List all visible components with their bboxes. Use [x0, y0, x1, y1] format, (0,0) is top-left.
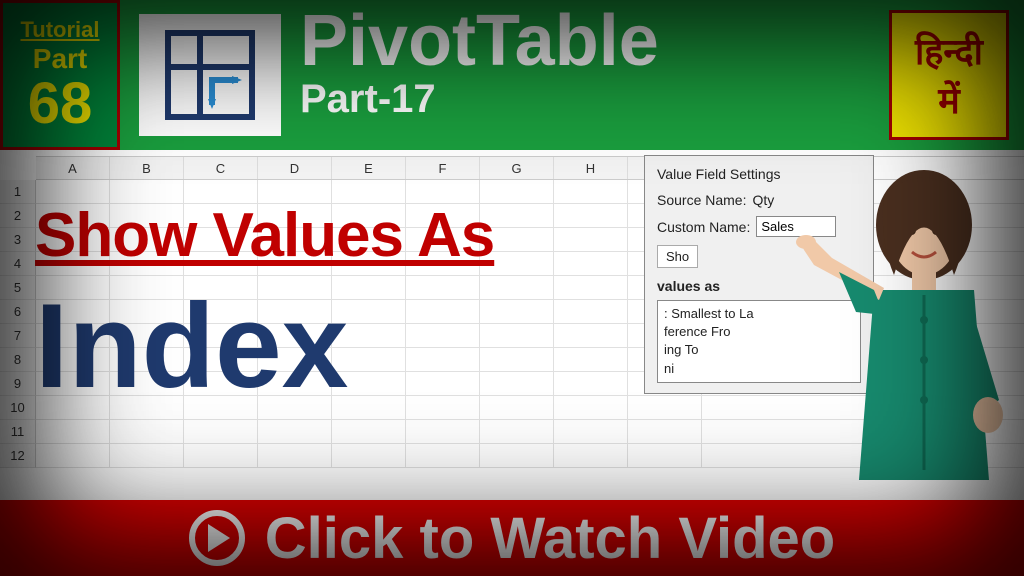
row-header: 1 — [0, 180, 36, 204]
row-header: 7 — [0, 324, 36, 348]
woman-pointing-illustration — [784, 140, 1014, 500]
hindi-text-2: में — [938, 75, 960, 124]
column-header: E — [332, 157, 406, 179]
column-header: H — [554, 157, 628, 179]
column-header: C — [184, 157, 258, 179]
tutorial-number: 68 — [28, 75, 93, 133]
play-icon — [189, 510, 245, 566]
cta-label: Click to Watch Video — [265, 505, 835, 572]
title-block: PivotTable Part-17 — [300, 0, 659, 150]
hindi-badge: हिन्दी में — [889, 10, 1009, 140]
column-header: D — [258, 157, 332, 179]
source-name-label: Source Name: — [657, 192, 746, 208]
row-header: 10 — [0, 396, 36, 420]
watch-video-cta[interactable]: Click to Watch Video — [0, 494, 1024, 576]
row-header: 12 — [0, 444, 36, 468]
row-header: 8 — [0, 348, 36, 372]
row-header: 3 — [0, 228, 36, 252]
show-values-as-text: Show Values As — [35, 200, 494, 271]
source-name-value: Qty — [752, 192, 774, 208]
hindi-text-1: हिन्दी — [915, 26, 983, 75]
title-subtitle: Part-17 — [300, 77, 659, 122]
column-header: B — [110, 157, 184, 179]
column-header: A — [36, 157, 110, 179]
tab-show-values[interactable]: Sho — [657, 245, 698, 268]
row-header: 4 — [0, 252, 36, 276]
column-header: F — [406, 157, 480, 179]
center-overlay-text: Show Values As Index — [35, 200, 494, 406]
row-header: 11 — [0, 420, 36, 444]
thumbnail-header: Tutorial Part 68 PivotTable Part-17 — [0, 0, 1024, 150]
column-header: G — [480, 157, 554, 179]
title-main: PivotTable — [300, 5, 659, 77]
row-header: 5 — [0, 276, 36, 300]
tutorial-label: Tutorial — [20, 17, 99, 43]
pivottable-icon — [135, 10, 285, 140]
custom-name-label: Custom Name: — [657, 219, 750, 235]
row-header: 6 — [0, 300, 36, 324]
tutorial-badge: Tutorial Part 68 — [0, 0, 120, 150]
row-header: 2 — [0, 204, 36, 228]
row-header: 9 — [0, 372, 36, 396]
index-text: Index — [35, 286, 494, 406]
row-headers: 123456789101112 — [0, 180, 36, 496]
